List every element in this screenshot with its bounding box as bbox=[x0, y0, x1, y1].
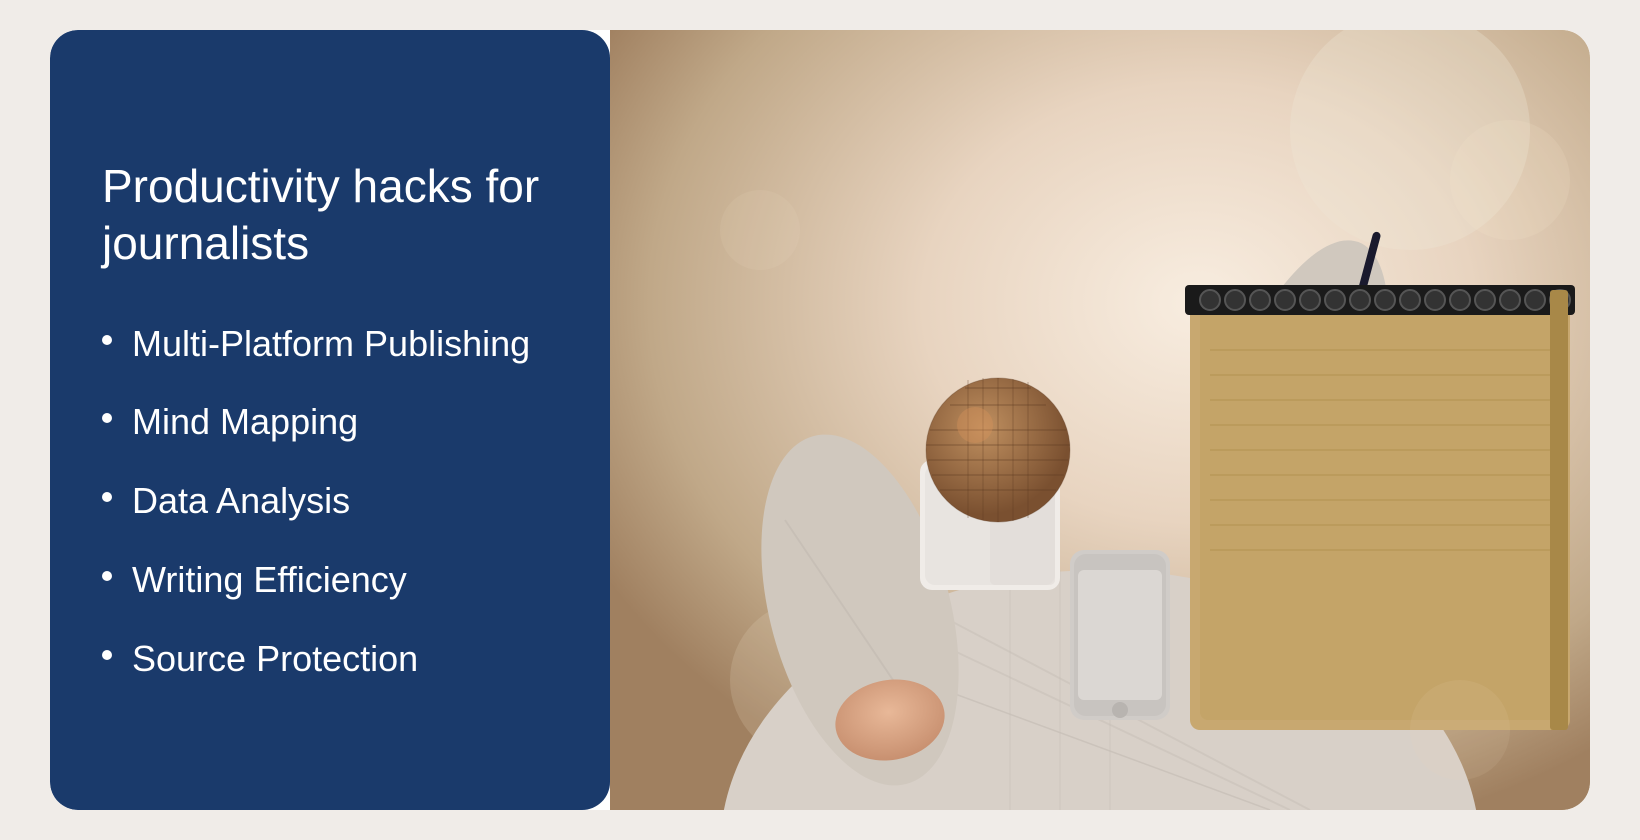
bullet-item: Data Analysis bbox=[102, 478, 562, 525]
main-title: Productivity hacks for journalists bbox=[102, 158, 562, 273]
journalist-illustration bbox=[610, 30, 1590, 810]
bullet-dot bbox=[102, 650, 112, 660]
bullet-label: Mind Mapping bbox=[132, 399, 358, 446]
card-container: Productivity hacks for journalists Multi… bbox=[50, 30, 1590, 810]
bullet-dot bbox=[102, 571, 112, 581]
bullet-list: Multi-Platform Publishing Mind Mapping Dat… bbox=[102, 321, 562, 683]
bullet-dot bbox=[102, 413, 112, 423]
bullet-item: Source Protection bbox=[102, 636, 562, 683]
bullet-label: Source Protection bbox=[132, 636, 418, 683]
bullet-item: Multi-Platform Publishing bbox=[102, 321, 562, 368]
bullet-item: Writing Efficiency bbox=[102, 557, 562, 604]
bullet-label: Multi-Platform Publishing bbox=[132, 321, 530, 368]
bullet-item: Mind Mapping bbox=[102, 399, 562, 446]
bullet-dot bbox=[102, 492, 112, 502]
right-panel bbox=[610, 30, 1590, 810]
left-panel: Productivity hacks for journalists Multi… bbox=[50, 30, 610, 810]
bullet-label: Data Analysis bbox=[132, 478, 350, 525]
bullet-dot bbox=[102, 335, 112, 345]
bullet-label: Writing Efficiency bbox=[132, 557, 407, 604]
